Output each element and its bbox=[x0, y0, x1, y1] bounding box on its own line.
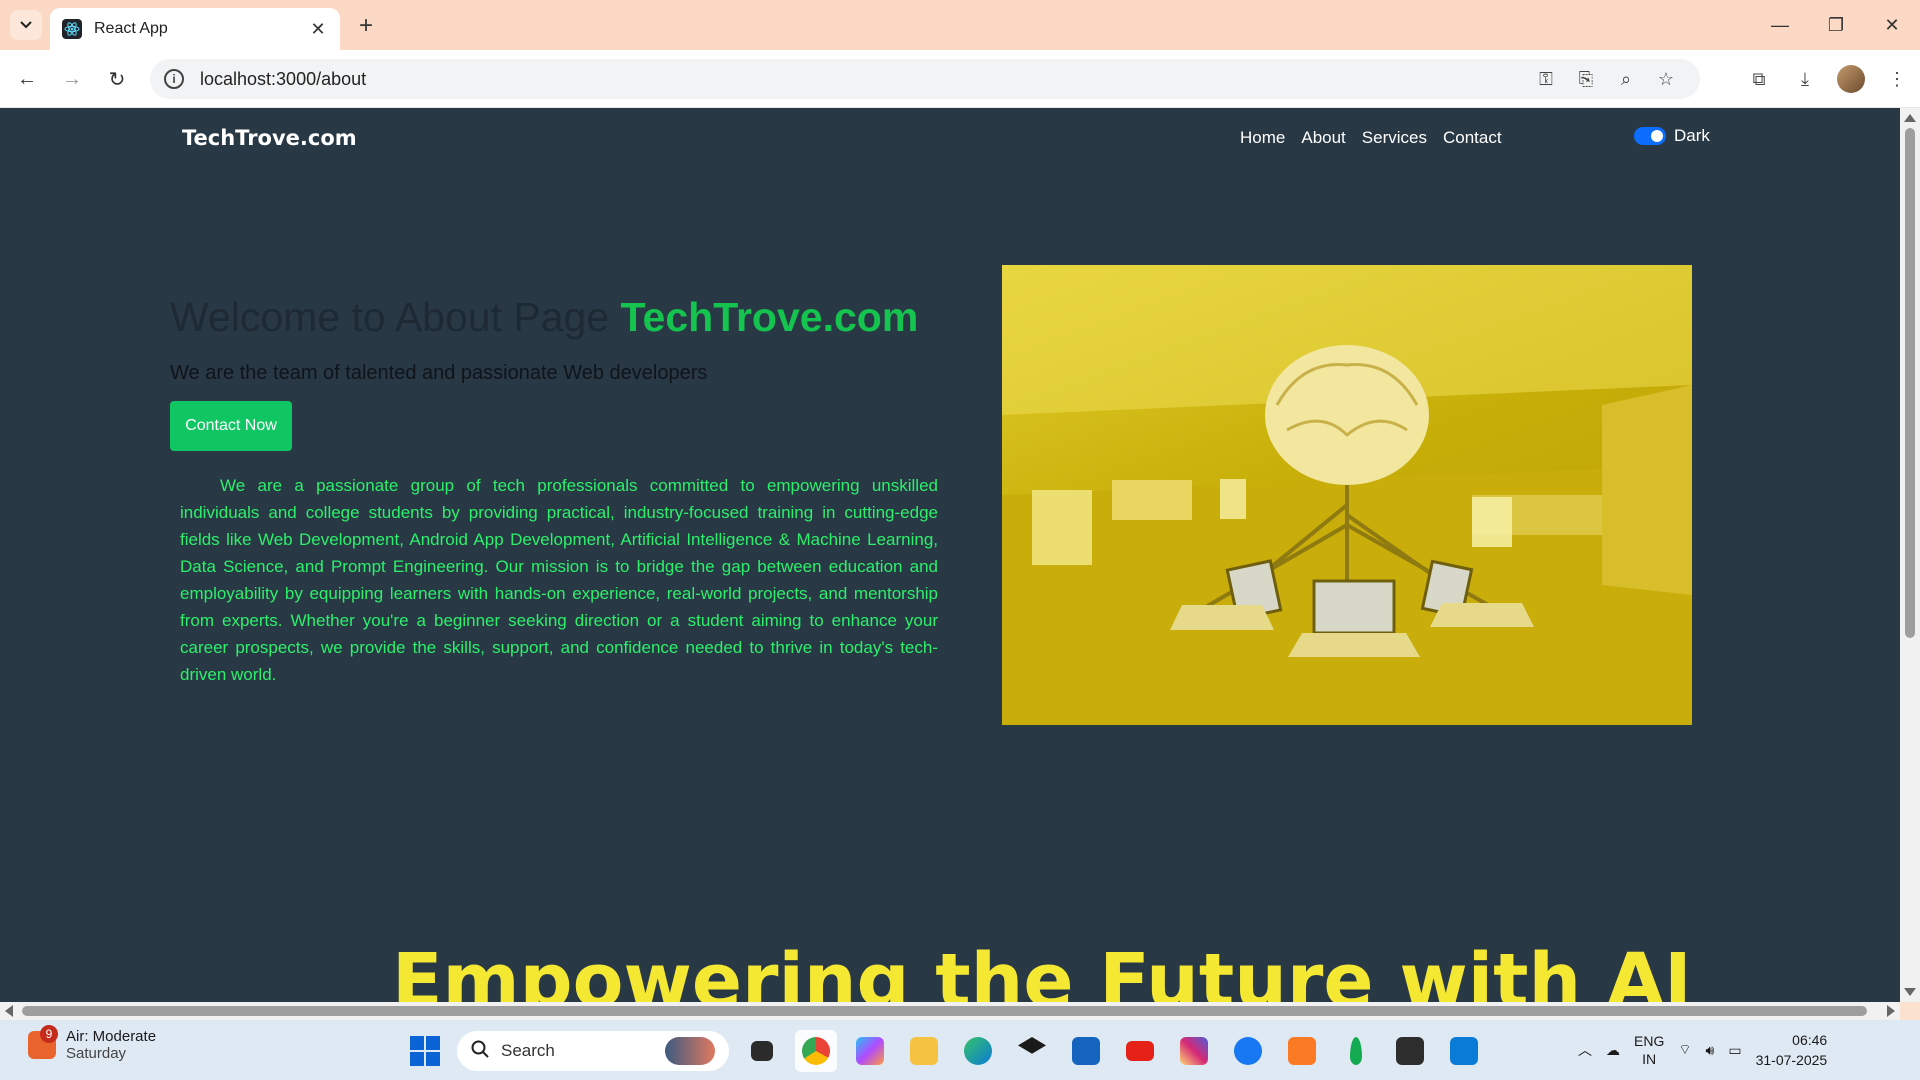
instagram-icon[interactable] bbox=[1173, 1030, 1215, 1072]
facebook-icon[interactable] bbox=[1227, 1030, 1269, 1072]
weather-icon: 9 bbox=[28, 1025, 58, 1059]
password-key-icon[interactable]: ⚿ bbox=[1526, 64, 1566, 94]
weather-title: Air: Moderate bbox=[66, 1028, 157, 1045]
lang-bottom: IN bbox=[1642, 1051, 1657, 1067]
contact-now-button[interactable]: Contact Now bbox=[170, 401, 292, 451]
taskbar-search[interactable]: Search bbox=[457, 1031, 729, 1071]
profile-avatar[interactable] bbox=[1828, 64, 1874, 94]
tab-search-button[interactable] bbox=[10, 10, 42, 40]
nav-link-about[interactable]: About bbox=[1301, 128, 1345, 148]
search-placeholder: Search bbox=[501, 1041, 555, 1060]
search-icon bbox=[471, 1040, 489, 1063]
system-tray: ︿ ☁ ENG IN ⌔ 🔊︎ ▭ 06:46 31-07-2025 bbox=[1578, 1030, 1827, 1070]
search-highlight-icon bbox=[665, 1037, 715, 1065]
restore-icon[interactable]: ❐ bbox=[1808, 0, 1864, 50]
clock[interactable]: 06:46 31-07-2025 bbox=[1756, 1030, 1828, 1070]
section-heading: Empowering the Future with AI bbox=[392, 938, 1692, 1002]
page-title: Welcome to About Page TechTrove.com bbox=[170, 294, 918, 341]
title-brand: TechTrove.com bbox=[620, 294, 919, 340]
react-icon bbox=[62, 19, 82, 39]
file-explorer-icon[interactable] bbox=[903, 1030, 945, 1072]
volume-icon[interactable]: 🔊︎ bbox=[1706, 1042, 1715, 1059]
weather-widget[interactable]: 9 Air: Moderate Saturday bbox=[28, 1025, 157, 1062]
microsoft-store-icon[interactable] bbox=[1065, 1030, 1107, 1072]
clock-date: 31-07-2025 bbox=[1755, 1052, 1828, 1068]
address-bar[interactable]: i localhost:3000/about ⚿ ⎘ ⌕ ☆ bbox=[150, 59, 1700, 99]
title-prefix: Welcome to About Page bbox=[170, 294, 610, 340]
close-tab-icon[interactable]: ✕ bbox=[308, 19, 328, 40]
windows-taskbar: 9 Air: Moderate Saturday Search ︿ ☁ ENG … bbox=[0, 1020, 1920, 1080]
menu-kebab-icon[interactable]: ⋮ bbox=[1874, 64, 1920, 94]
browser-tab[interactable]: React App ✕ bbox=[50, 8, 340, 50]
nav-link-home[interactable]: Home bbox=[1240, 128, 1285, 148]
notification-badge: 9 bbox=[40, 1025, 58, 1043]
tab-title: React App bbox=[94, 20, 168, 37]
nav-links: Home About Services Contact bbox=[1240, 128, 1502, 148]
navbar-brand[interactable]: TechTrove.com bbox=[182, 126, 357, 150]
chevron-up-icon[interactable]: ︿ bbox=[1578, 1040, 1592, 1060]
hero-subtitle: We are the team of talented and passiona… bbox=[170, 362, 708, 384]
bookmark-star-icon[interactable]: ☆ bbox=[1646, 64, 1686, 94]
chevron-down-icon bbox=[20, 21, 32, 29]
tab-strip: React App ✕ + — ❐ ✕ bbox=[0, 0, 1920, 50]
theme-label: Dark bbox=[1674, 126, 1710, 145]
youtube-icon[interactable] bbox=[1119, 1030, 1161, 1072]
reload-icon[interactable]: ↻ bbox=[102, 64, 132, 94]
install-app-icon[interactable]: ⎘ bbox=[1566, 64, 1606, 94]
about-paragraph: We are a passionate group of tech profes… bbox=[180, 476, 938, 684]
theme-toggle[interactable]: Dark bbox=[1634, 126, 1710, 146]
download-icon[interactable]: ⤓ bbox=[1782, 64, 1828, 94]
minimize-icon[interactable]: — bbox=[1752, 0, 1808, 50]
browser-toolbar: ← → ↻ i localhost:3000/about ⚿ ⎘ ⌕ ☆ ⧉ ⤓… bbox=[0, 50, 1920, 108]
dropbox-icon[interactable] bbox=[1011, 1030, 1053, 1072]
weather-subtitle: Saturday bbox=[66, 1045, 127, 1062]
vertical-scrollbar[interactable] bbox=[1900, 108, 1920, 1002]
page-viewport: TechTrove.com Home About Services Contac… bbox=[0, 108, 1900, 1002]
task-view-icon[interactable] bbox=[741, 1030, 783, 1072]
battery-icon[interactable]: ▭ bbox=[1728, 1042, 1741, 1059]
forward-icon[interactable]: → bbox=[57, 64, 87, 94]
copilot-icon[interactable] bbox=[849, 1030, 891, 1072]
xampp-icon[interactable] bbox=[1281, 1030, 1323, 1072]
back-icon[interactable]: ← bbox=[12, 64, 42, 94]
terminal-icon[interactable] bbox=[1389, 1030, 1431, 1072]
language-indicator[interactable]: ENG IN bbox=[1634, 1032, 1664, 1068]
wifi-icon[interactable]: ⌔ bbox=[1678, 1041, 1691, 1059]
extensions-icon[interactable]: ⧉ bbox=[1736, 64, 1782, 94]
url-text[interactable]: localhost:3000/about bbox=[200, 69, 1526, 90]
close-window-icon[interactable]: ✕ bbox=[1864, 0, 1920, 50]
vscode-icon[interactable] bbox=[1443, 1030, 1485, 1072]
edge-icon[interactable] bbox=[957, 1030, 999, 1072]
window-controls: — ❐ ✕ bbox=[1752, 0, 1920, 50]
onedrive-icon[interactable]: ☁ bbox=[1606, 1042, 1620, 1059]
new-tab-button[interactable]: + bbox=[352, 12, 380, 40]
horizontal-scrollbar[interactable] bbox=[0, 1002, 1900, 1020]
nav-link-services[interactable]: Services bbox=[1362, 128, 1427, 148]
lang-top: ENG bbox=[1634, 1033, 1665, 1049]
nav-link-contact[interactable]: Contact bbox=[1443, 128, 1502, 148]
clock-time: 06:46 bbox=[1792, 1032, 1828, 1048]
windows-start-icon[interactable] bbox=[405, 1031, 445, 1071]
mongodb-icon[interactable] bbox=[1335, 1030, 1377, 1072]
chrome-icon[interactable] bbox=[795, 1030, 837, 1072]
ai-brain-laptops-image bbox=[1002, 265, 1692, 725]
toolbar-right: ⧉ ⤓ ⋮ bbox=[1736, 59, 1920, 99]
taskbar-apps: Search bbox=[405, 1030, 1485, 1072]
dark-mode-switch[interactable] bbox=[1634, 127, 1666, 145]
zoom-icon[interactable]: ⌕ bbox=[1606, 64, 1646, 94]
site-info-icon[interactable]: i bbox=[164, 69, 184, 89]
